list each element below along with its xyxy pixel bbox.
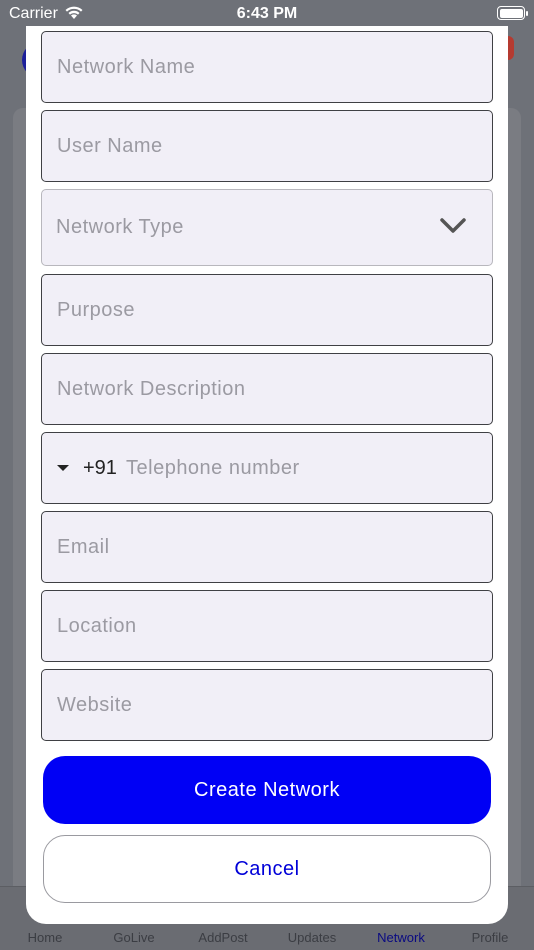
battery-icon <box>497 6 528 20</box>
location-field[interactable]: Location <box>41 590 493 662</box>
cancel-button[interactable]: Cancel <box>43 835 491 903</box>
network-type-placeholder: Network Type <box>56 216 184 238</box>
website-field[interactable]: Website <box>41 669 493 741</box>
telephone-field[interactable]: +91 Telephone number <box>41 432 493 504</box>
email-field[interactable]: Email <box>41 511 493 583</box>
tab-golive[interactable]: GoLive <box>94 930 174 945</box>
email-placeholder: Email <box>57 535 110 558</box>
background-panel <box>13 108 27 888</box>
caret-down-icon[interactable] <box>57 465 69 471</box>
purpose-field[interactable]: Purpose <box>41 274 493 346</box>
tab-addpost[interactable]: AddPost <box>183 930 263 945</box>
network-description-placeholder: Network Description <box>57 377 246 400</box>
network-type-select[interactable]: Network Type <box>41 189 493 266</box>
user-name-placeholder: User Name <box>57 134 163 157</box>
network-description-field[interactable]: Network Description <box>41 353 493 425</box>
tab-network[interactable]: Network <box>361 930 441 945</box>
network-name-field[interactable]: Network Name <box>41 31 493 103</box>
create-network-modal: Network Name User Name Network Type Purp… <box>26 26 508 924</box>
chevron-down-icon <box>440 218 466 233</box>
country-code[interactable]: +91 <box>83 433 117 503</box>
tab-updates[interactable]: Updates <box>272 930 352 945</box>
user-name-field[interactable]: User Name <box>41 110 493 182</box>
tab-profile[interactable]: Profile <box>450 930 530 945</box>
telephone-placeholder: Telephone number <box>126 456 300 479</box>
tab-home[interactable]: Home <box>5 930 85 945</box>
website-placeholder: Website <box>57 693 133 716</box>
create-network-button[interactable]: Create Network <box>43 756 491 824</box>
status-bar: Carrier 6:43 PM <box>0 0 534 28</box>
network-name-placeholder: Network Name <box>57 55 196 78</box>
background-panel <box>507 108 521 888</box>
purpose-placeholder: Purpose <box>57 298 135 321</box>
location-placeholder: Location <box>57 614 137 637</box>
status-time: 6:43 PM <box>236 5 298 22</box>
